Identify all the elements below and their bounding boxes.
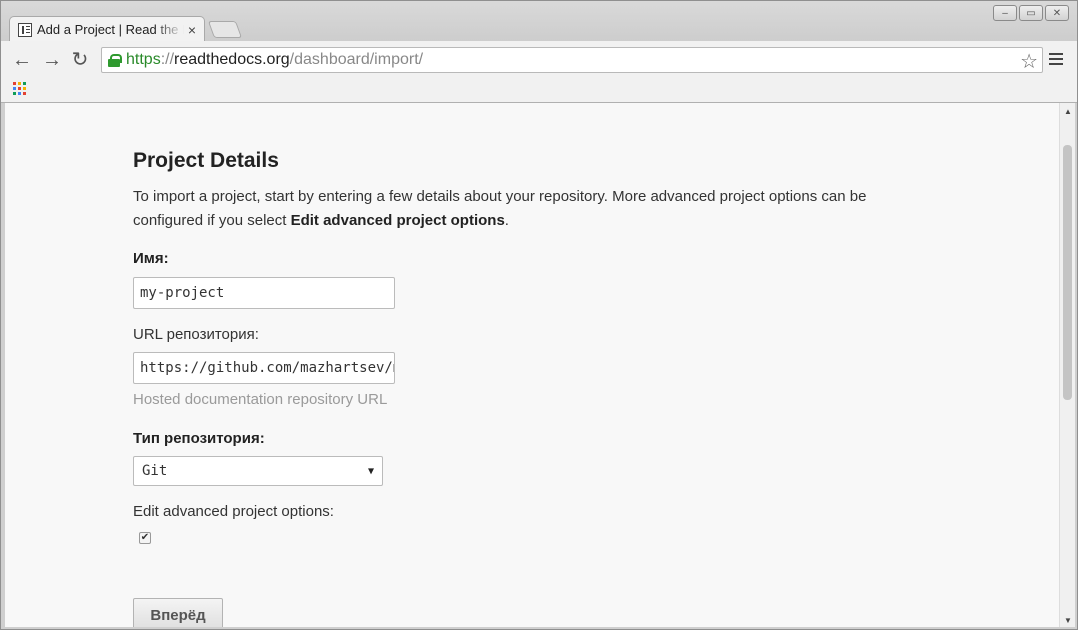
repo-url-label: URL репозитория: bbox=[133, 326, 259, 343]
forward-button[interactable]: → bbox=[41, 49, 63, 71]
repo-url-input[interactable]: https://github.com/mazhartsev/my-project bbox=[133, 352, 395, 384]
repo-type-select[interactable]: Git ▼ bbox=[133, 456, 383, 486]
repo-type-label: Тип репозитория: bbox=[133, 430, 265, 447]
browser-tab-active[interactable]: Add a Project | Read the Docs × bbox=[9, 16, 205, 42]
url-text: https://readthedocs.org/dashboard/import… bbox=[126, 51, 424, 68]
tab-strip: Add a Project | Read the Docs × – ▭ ✕ bbox=[1, 1, 1077, 42]
apps-icon[interactable] bbox=[13, 82, 26, 95]
repo-type-value: Git bbox=[142, 463, 168, 479]
star-icon[interactable]: ☆ bbox=[1020, 49, 1038, 74]
browser-toolbar: ← → ↻ https://readthedocs.org/dashboard/… bbox=[1, 41, 1077, 79]
bookmarks-bar bbox=[1, 79, 1077, 103]
scroll-up-icon[interactable]: ▲ bbox=[1064, 107, 1072, 116]
menu-icon[interactable] bbox=[1049, 53, 1063, 67]
tab-title: Add a Project | Read the Docs bbox=[37, 22, 184, 37]
close-icon[interactable]: × bbox=[188, 22, 196, 38]
browser-window: Add a Project | Read the Docs × – ▭ ✕ ← … bbox=[0, 0, 1078, 630]
window-controls: – ▭ ✕ bbox=[993, 5, 1069, 21]
vertical-scrollbar[interactable]: ▲ ▼ bbox=[1059, 103, 1075, 627]
page-viewport: Project Details To import a project, sta… bbox=[5, 103, 1059, 627]
back-arrow-icon: ← bbox=[12, 49, 32, 71]
scroll-down-icon[interactable]: ▼ bbox=[1064, 616, 1072, 625]
back-button[interactable]: ← bbox=[11, 49, 33, 71]
new-tab-button[interactable] bbox=[207, 21, 243, 38]
name-label: Имя: bbox=[133, 250, 169, 267]
page-title: Project Details bbox=[133, 149, 279, 172]
scrollbar-thumb[interactable] bbox=[1063, 145, 1072, 400]
advanced-options-label: Edit advanced project options: bbox=[133, 503, 334, 520]
lock-icon bbox=[108, 54, 122, 67]
reload-icon: ↻ bbox=[71, 49, 89, 71]
minimize-button[interactable]: – bbox=[993, 5, 1017, 21]
advanced-options-checkbox[interactable]: ✔ bbox=[139, 532, 151, 544]
reload-button[interactable]: ↻ bbox=[69, 49, 91, 71]
repo-url-help: Hosted documentation repository URL bbox=[133, 391, 388, 408]
next-button[interactable]: Вперёд bbox=[133, 598, 223, 627]
intro-text: To import a project, start by entering a… bbox=[133, 188, 867, 229]
book-icon bbox=[18, 22, 32, 37]
close-window-button[interactable]: ✕ bbox=[1045, 5, 1069, 21]
address-bar[interactable]: https://readthedocs.org/dashboard/import… bbox=[101, 47, 1043, 73]
forward-arrow-icon: → bbox=[42, 49, 62, 71]
maximize-button[interactable]: ▭ bbox=[1019, 5, 1043, 21]
chevron-down-icon: ▼ bbox=[367, 465, 374, 477]
name-input[interactable]: my-project bbox=[133, 277, 395, 309]
